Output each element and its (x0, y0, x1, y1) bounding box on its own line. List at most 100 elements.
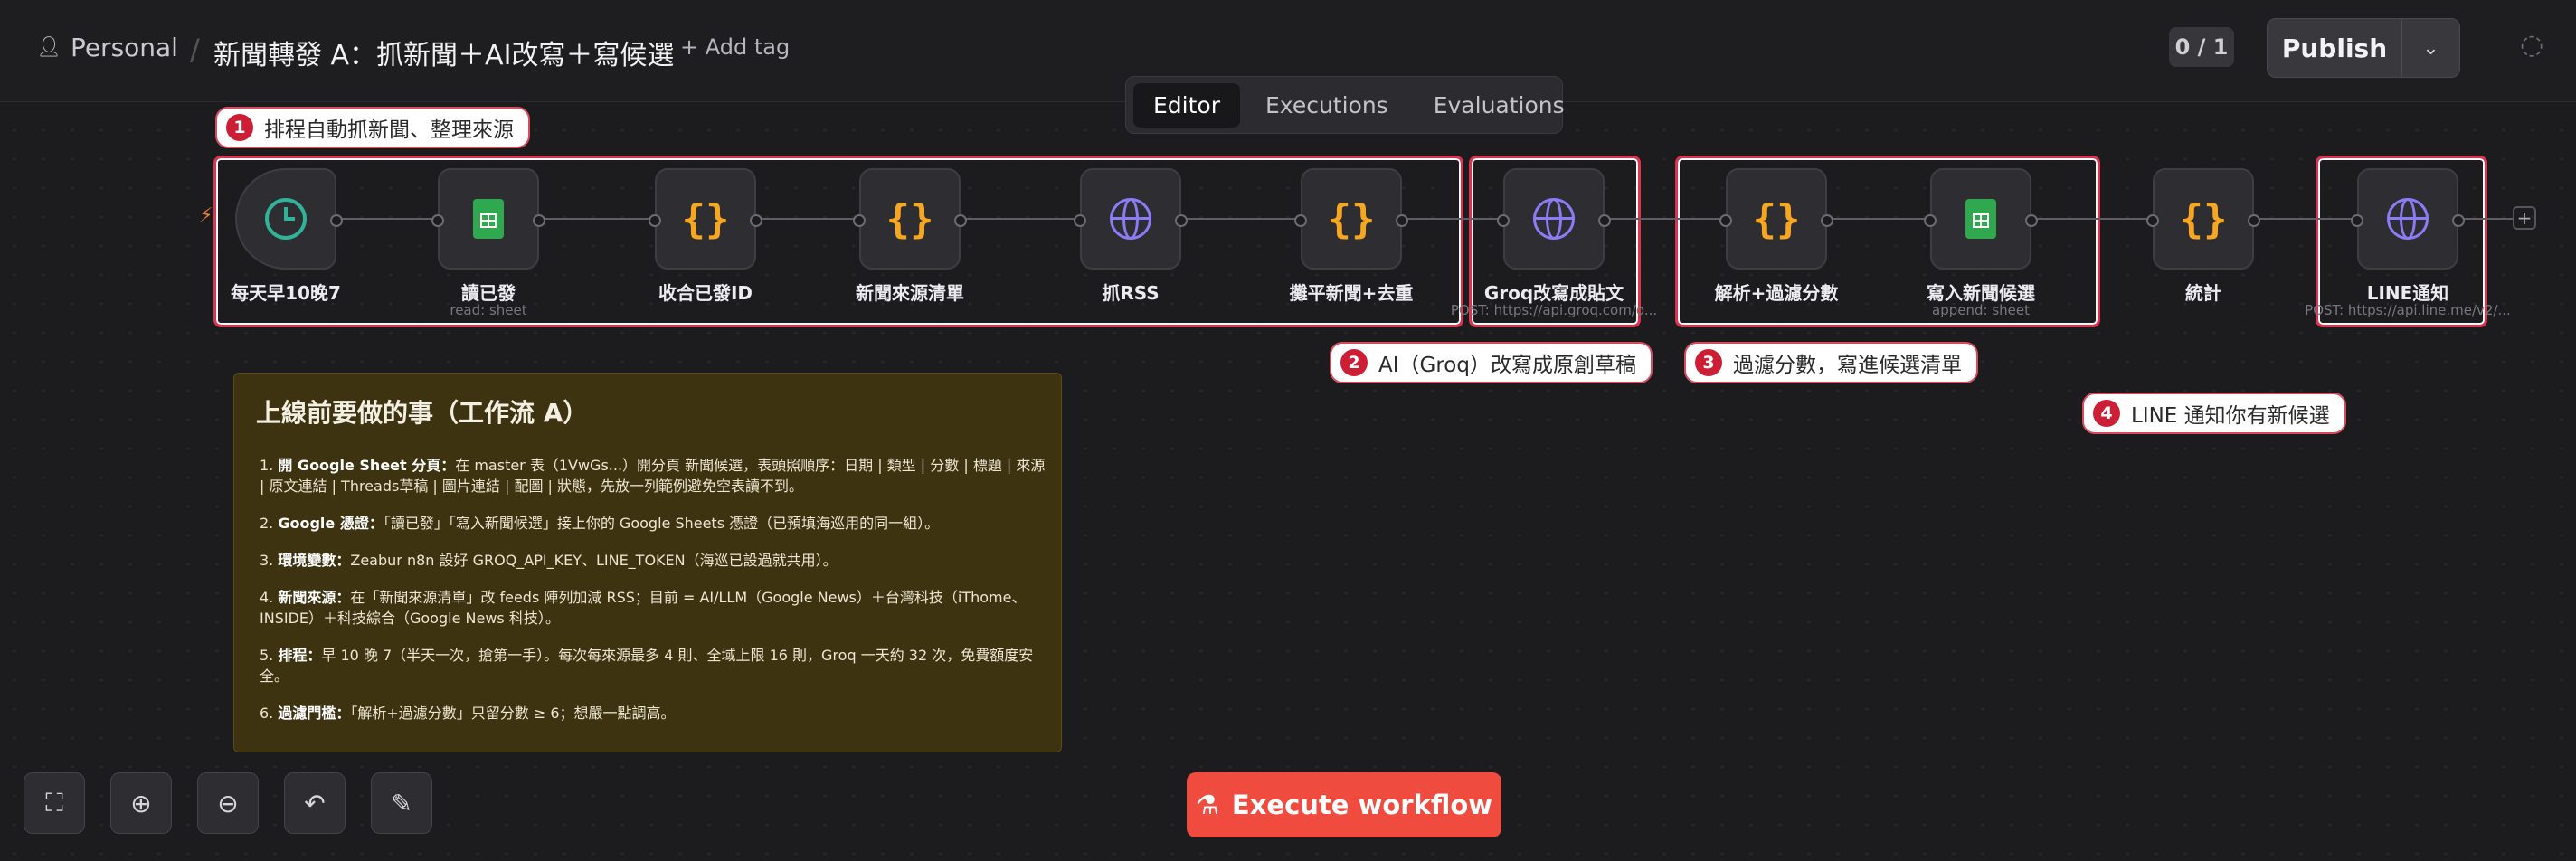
input-port[interactable] (1924, 214, 1937, 227)
tab-executions[interactable]: Executions (1245, 83, 1408, 128)
globe-icon (2387, 198, 2429, 240)
output-port[interactable] (750, 214, 762, 227)
connection-edge (336, 218, 438, 220)
list-item: 6. 過濾門檻：「解析+過濾分數」只留分數 ≥ 6；想嚴一點調高。 (260, 705, 676, 722)
node-stats[interactable]: {} (2146, 168, 2260, 270)
annotation-2: 2 AI（Groq）改寫成原創草稿 (1330, 342, 1653, 383)
sheets-icon (1965, 199, 1996, 239)
fit-view-icon[interactable]: ⛶ (24, 772, 85, 834)
input-port[interactable] (1294, 214, 1307, 227)
undo-icon[interactable]: ↶ (284, 772, 346, 834)
node-subtitle: POST: https://api.line.me/v2/... (2305, 302, 2511, 318)
zoom-out-icon[interactable]: ⊖ (197, 772, 259, 834)
code-icon: {} (1327, 195, 1376, 242)
annotation-1: 1 排程自動抓新聞、整理來源 (215, 107, 530, 148)
input-port[interactable] (2351, 214, 2363, 227)
add-tag-button[interactable]: + Add tag (680, 34, 790, 60)
annotation-4: 4 LINE 通知你有新候選 (2082, 393, 2346, 434)
output-port[interactable] (1821, 214, 1833, 227)
code-icon: {} (681, 195, 730, 242)
user-icon: 👤︎ (36, 36, 62, 59)
trigger-bolt-icon: ⚡ (199, 204, 213, 227)
node-append-sheet[interactable] (1924, 168, 2038, 270)
workflow-title[interactable]: 新聞轉發 A：抓新聞＋AI改寫＋寫候選 (213, 33, 674, 72)
input-port[interactable] (2146, 214, 2159, 227)
annotation-3: 3 過濾分數，寫進候選清單 (1684, 342, 1978, 383)
node-schedule-trigger[interactable] (235, 168, 343, 270)
code-icon: {} (886, 195, 934, 242)
tab-evaluations[interactable]: Evaluations (1414, 83, 1585, 128)
node-read-sheet[interactable] (431, 168, 545, 270)
output-port[interactable] (533, 214, 545, 227)
output-port[interactable] (330, 214, 343, 227)
list-item: 3. 環境變數：Zeabur n8n 設好 GROQ_API_KEY、LINE_… (260, 552, 838, 569)
code-icon: {} (2179, 195, 2228, 242)
connection-edge (1827, 218, 1930, 220)
node-subtitle: read: sheet (450, 302, 527, 318)
input-port[interactable] (1719, 214, 1732, 227)
output-port[interactable] (1598, 214, 1611, 227)
connection-edge (2458, 218, 2513, 220)
connection-edge (756, 218, 859, 220)
loading-icon: ◌ (2520, 29, 2544, 61)
breadcrumb-personal[interactable]: 👤︎ Personal (36, 33, 178, 62)
node-source-list[interactable]: {} (853, 168, 967, 270)
node-label: 讀已發 (461, 282, 516, 304)
node-label: LINE通知 (2366, 282, 2449, 304)
list-item: 1. 開 Google Sheet 分頁：在 master 表（1VwGs...… (260, 457, 1046, 495)
execute-workflow-button[interactable]: ⚗ Execute workflow (1187, 772, 1501, 837)
input-port[interactable] (1497, 214, 1510, 227)
flask-icon: ⚗ (1195, 790, 1219, 820)
tab-editor[interactable]: Editor (1133, 82, 1240, 128)
sticky-list: 1. 開 Google Sheet 分頁：在 master 表（1VwGs...… (249, 455, 1046, 724)
node-flatten-dedupe[interactable]: {} (1294, 168, 1408, 270)
node-line-notify[interactable] (2351, 168, 2465, 270)
input-port[interactable] (649, 214, 661, 227)
node-subtitle: append: sheet (1932, 302, 2030, 318)
list-item: 2. Google 憑證：「讀已發」「寫入新聞候選」接上你的 Google Sh… (260, 515, 940, 532)
node-groq-rewrite[interactable] (1497, 168, 1611, 270)
chevron-down-icon[interactable]: ⌄ (2402, 19, 2459, 77)
input-port[interactable] (1074, 214, 1086, 227)
clock-icon (265, 198, 307, 240)
output-port[interactable] (954, 214, 967, 227)
zoom-in-icon[interactable]: ⊕ (110, 772, 172, 834)
sheets-icon (473, 199, 504, 239)
publish-button[interactable]: Publish (2268, 19, 2402, 77)
node-fetch-rss[interactable] (1074, 168, 1188, 270)
code-icon: {} (1752, 195, 1801, 242)
node-label: 新聞來源清單 (856, 282, 964, 304)
output-port[interactable] (2452, 214, 2465, 227)
sticky-note[interactable]: 上線前要做的事（工作流 A） 1. 開 Google Sheet 分頁：在 ma… (233, 373, 1062, 752)
globe-icon (1533, 198, 1575, 240)
node-label: 收合已發ID (658, 282, 753, 304)
output-port[interactable] (1396, 214, 1408, 227)
publish-button-group: Publish ⌄ (2267, 18, 2460, 78)
connection-edge (539, 218, 655, 220)
globe-icon (1110, 198, 1151, 240)
list-item: 4. 新聞來源：在「新聞來源清單」改 feeds 陣列加減 RSS；目前 = A… (260, 589, 1027, 627)
node-collapse-ids[interactable]: {} (649, 168, 762, 270)
output-port[interactable] (1175, 214, 1188, 227)
node-label: 抓RSS (1102, 282, 1160, 304)
node-label: 解析+過濾分數 (1714, 282, 1839, 304)
node-label: Groq改寫成貼文 (1483, 282, 1624, 304)
output-port[interactable] (2025, 214, 2038, 227)
sticky-title: 上線前要做的事（工作流 A） (256, 398, 589, 428)
view-tabs: Editor Executions Evaluations (1125, 76, 1565, 134)
list-item: 5. 排程：早 10 晚 7（半天一次，搶第一手）。每次每來源最多 4 則、全域… (260, 647, 1034, 685)
connection-edge (1605, 218, 1726, 220)
node-label: 每天早10晚7 (231, 282, 341, 304)
add-node-button[interactable]: + (2513, 206, 2536, 230)
node-subtitle: POST: https://api.groq.com/o... (1450, 302, 1658, 318)
connection-edge (961, 218, 1080, 220)
input-port[interactable] (853, 214, 866, 227)
input-port[interactable] (431, 214, 444, 227)
output-port[interactable] (2248, 214, 2260, 227)
tidy-up-icon[interactable]: ✎ (371, 772, 432, 834)
node-parse-filter[interactable]: {} (1719, 168, 1833, 270)
version-counter: 0 / 1 (2169, 27, 2234, 67)
node-label: 攤平新聞+去重 (1289, 282, 1414, 304)
breadcrumb-separator: / (190, 33, 200, 67)
connection-edge (2031, 218, 2153, 220)
